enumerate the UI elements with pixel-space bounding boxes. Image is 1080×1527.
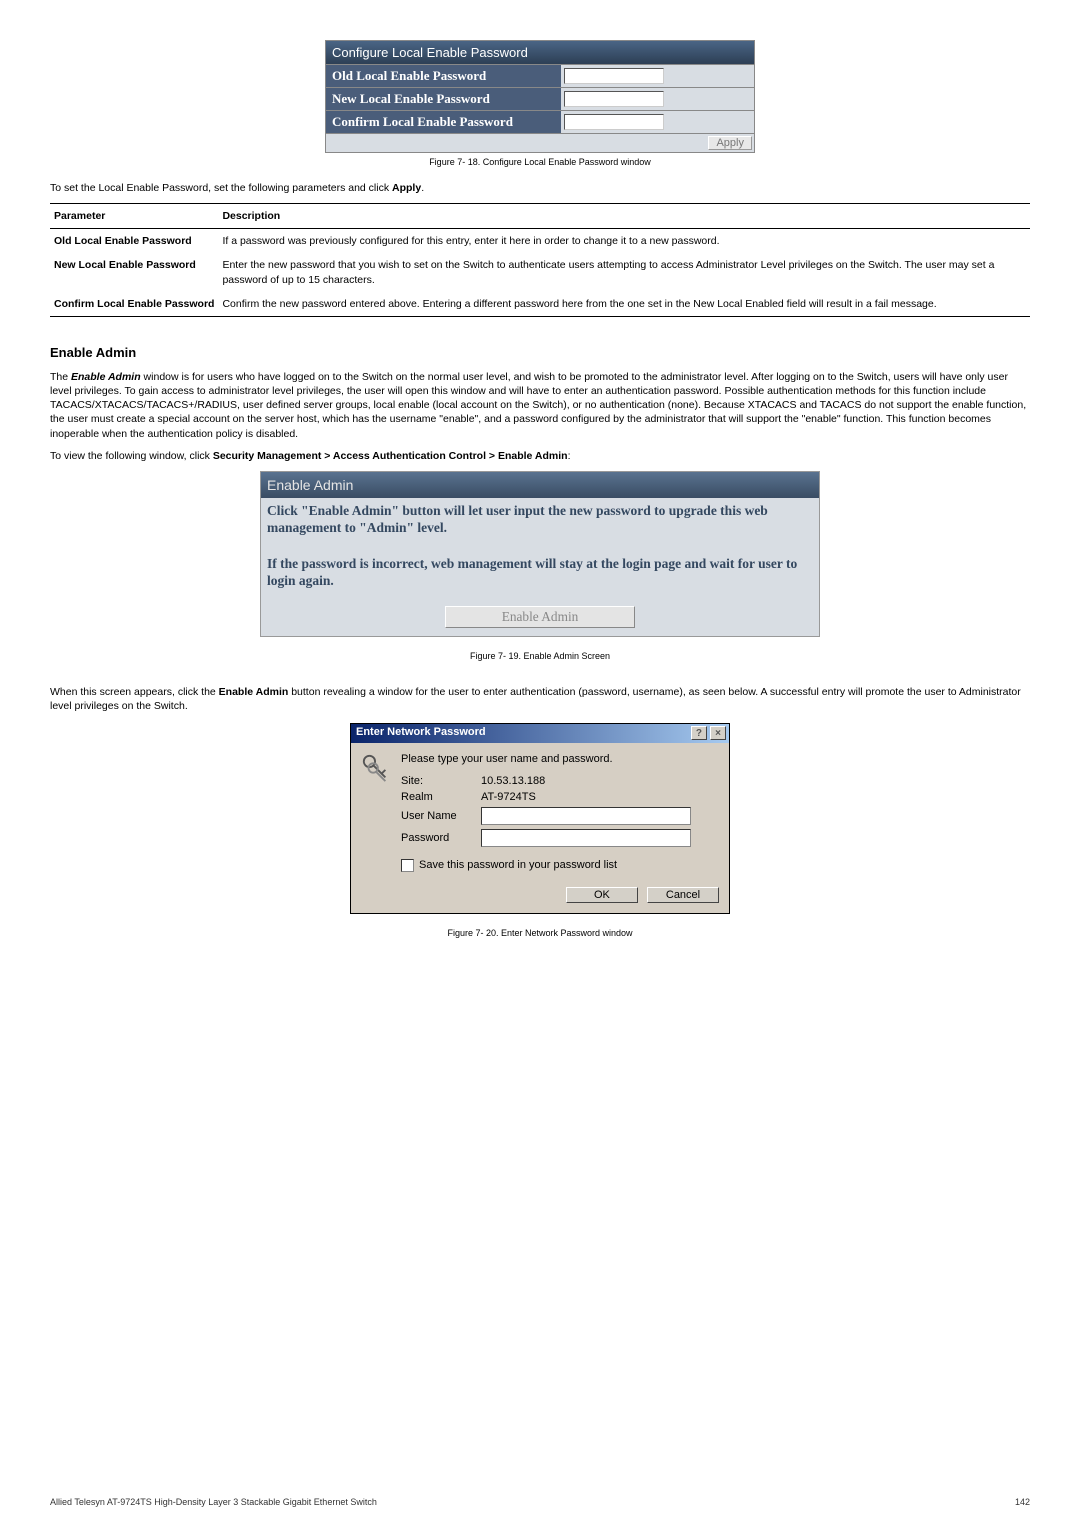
realm-label: Realm: [401, 791, 481, 803]
enable-admin-paragraph: The Enable Admin window is for users who…: [50, 370, 1030, 441]
old-password-input[interactable]: [564, 68, 664, 84]
site-label: Site:: [401, 775, 481, 787]
cancel-button[interactable]: Cancel: [647, 887, 719, 903]
password-input[interactable]: [481, 829, 691, 847]
parameter-table: Parameter Description Old Local Enable P…: [50, 203, 1030, 317]
confirm-password-input[interactable]: [564, 114, 664, 130]
page-footer: Allied Telesyn AT-9724TS High-Density La…: [50, 1497, 1030, 1507]
keys-icon: [361, 753, 393, 874]
figure-caption-2: Figure 7- 19. Enable Admin Screen: [50, 651, 1030, 661]
enable-admin-title: Enable Admin: [261, 472, 819, 498]
password-label: Password: [401, 832, 481, 844]
close-icon[interactable]: ×: [710, 726, 726, 740]
section-heading: Enable Admin: [50, 345, 1030, 360]
username-input[interactable]: [481, 807, 691, 825]
footer-page-number: 142: [1015, 1497, 1030, 1507]
confirm-password-label: Confirm Local Enable Password: [326, 110, 561, 133]
figure-caption-1: Figure 7- 18. Configure Local Enable Pas…: [50, 157, 1030, 167]
table-row: Old Local Enable Password If a password …: [50, 229, 1030, 254]
enable-admin-text-1: Click "Enable Admin" button will let use…: [267, 502, 813, 537]
save-password-label: Save this password in your password list: [419, 859, 617, 871]
old-password-label: Old Local Enable Password: [326, 64, 561, 87]
help-icon[interactable]: ?: [691, 726, 707, 740]
realm-value: AT-9724TS: [481, 791, 536, 803]
figure-caption-3: Figure 7- 20. Enter Network Password win…: [50, 928, 1030, 938]
screen-description: When this screen appears, click the Enab…: [50, 685, 1030, 713]
intro-text: To set the Local Enable Password, set th…: [50, 181, 1030, 195]
dialog-instruction: Please type your user name and password.: [401, 753, 719, 765]
configure-password-window: Configure Local Enable Password Old Loca…: [325, 40, 755, 153]
enable-admin-button[interactable]: Enable Admin: [445, 606, 635, 628]
navigation-text: To view the following window, click Secu…: [50, 449, 1030, 463]
network-password-dialog: Enter Network Password ? × Please type y…: [350, 723, 730, 914]
footer-product: Allied Telesyn AT-9724TS High-Density La…: [50, 1497, 377, 1507]
enable-admin-window: Enable Admin Click "Enable Admin" button…: [260, 471, 820, 637]
dialog-title: Enter Network Password: [356, 726, 486, 740]
apply-button[interactable]: Apply: [708, 136, 752, 150]
table-row: Confirm Local Enable Password Confirm th…: [50, 292, 1030, 317]
table-header-description: Description: [218, 204, 1030, 229]
site-value: 10.53.13.188: [481, 775, 545, 787]
table-header-parameter: Parameter: [50, 204, 218, 229]
username-label: User Name: [401, 810, 481, 822]
ok-button[interactable]: OK: [566, 887, 638, 903]
new-password-label: New Local Enable Password: [326, 87, 561, 110]
window-title: Configure Local Enable Password: [326, 41, 754, 64]
save-password-checkbox[interactable]: [401, 859, 414, 872]
new-password-input[interactable]: [564, 91, 664, 107]
enable-admin-text-2: If the password is incorrect, web manage…: [267, 555, 813, 590]
table-row: New Local Enable Password Enter the new …: [50, 253, 1030, 291]
